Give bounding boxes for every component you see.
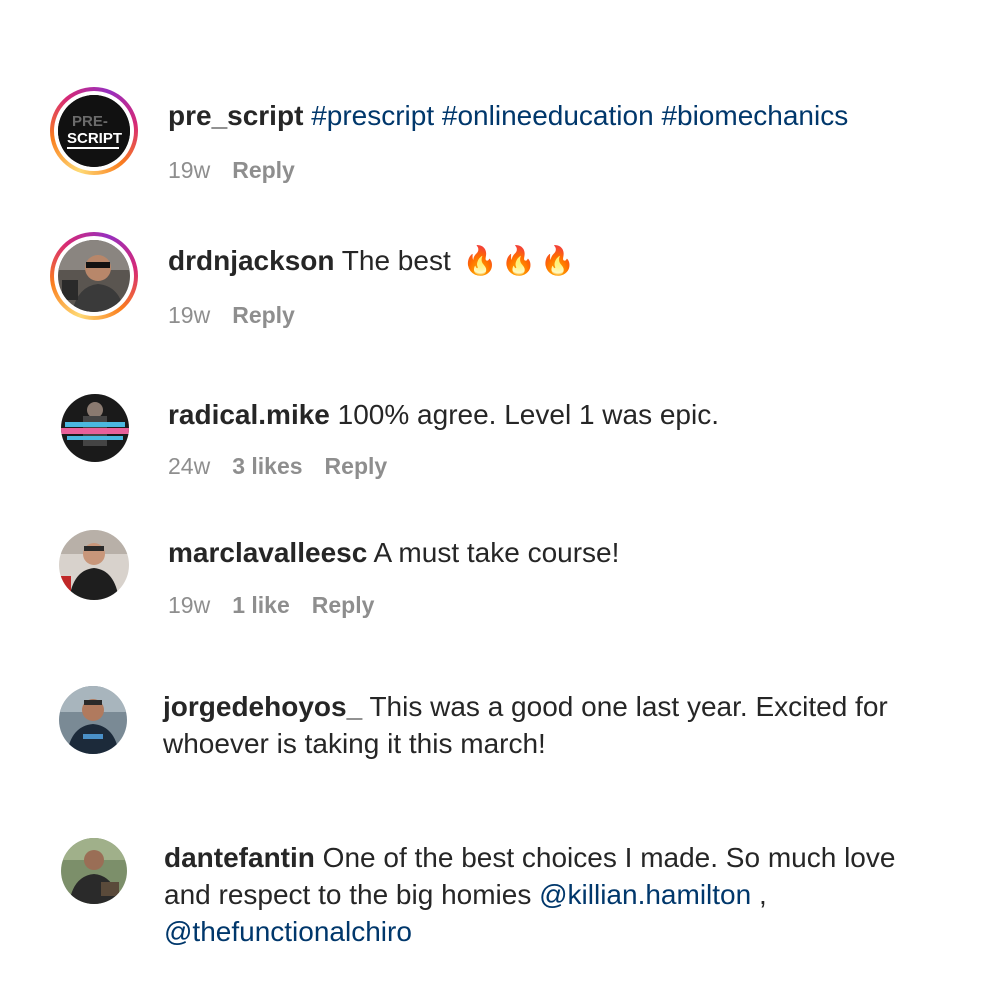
comment-body: and respect to the big homies [164,879,532,910]
avatar[interactable] [61,838,127,904]
comment-body: The best [341,245,451,276]
comment-meta: 24w 3 likes Reply [168,451,409,481]
reply-button[interactable]: Reply [232,157,295,183]
fire-emoji: 🔥 [540,245,576,276]
comment-body: One of the best choices I made. So much … [322,842,896,873]
fire-emoji: 🔥 [501,245,537,276]
comment-username[interactable]: pre_script [168,100,303,131]
comment-body: 100% agree. Level 1 was epic. [337,399,720,430]
comment-time[interactable]: 19w [168,157,210,183]
avatar[interactable] [59,530,129,600]
comment-username[interactable]: radical.mike [168,399,330,430]
avatar[interactable] [58,240,130,312]
comment-separator: , [758,879,767,910]
likes-count[interactable]: 3 likes [232,453,302,479]
mention-link[interactable]: @thefunctionalchiro [164,916,412,947]
user-photo-icon [59,686,127,754]
comment-text-continued: and respect to the big homies @killian.h… [164,876,767,913]
comment-username[interactable]: drdnjackson [168,245,334,276]
hashtag-link[interactable]: #prescript [311,100,434,131]
comment-username[interactable]: jorgedehoyos_ [163,691,362,722]
hashtag-link[interactable]: #biomechanics [661,100,848,131]
svg-text:PRE-: PRE- [72,113,108,130]
user-photo-icon [59,530,129,600]
comment-text-continued: whoever is taking it this march! [163,725,546,762]
comment-body: whoever is taking it this march! [163,728,546,759]
likes-count[interactable]: 1 like [232,592,290,618]
user-photo-icon [61,394,129,462]
comment-text: pre_script #prescript #onlineeducation #… [168,97,848,134]
prescript-logo-icon: PRE- SCRIPT [58,95,130,167]
fire-emoji: 🔥 [462,245,498,276]
comment-text: dantefantin One of the best choices I ma… [164,839,895,876]
comment-time[interactable]: 19w [168,592,210,618]
comment-meta: 19w 1 like Reply [168,590,396,620]
comment-time[interactable]: 24w [168,453,210,479]
user-photo-icon [58,240,130,312]
hashtag-link[interactable]: #onlineeducation [442,100,654,131]
comment-text: drdnjackson The best 🔥 🔥 🔥 [168,242,575,279]
comment-text: jorgedehoyos_ This was a good one last y… [163,688,888,725]
comment-username[interactable]: marclavalleesc [168,537,367,568]
comment-meta: 19w Reply [168,300,317,330]
comment-body: This was a good one last year. Excited f… [369,691,888,722]
avatar[interactable] [61,394,129,462]
comment-time[interactable]: 19w [168,302,210,328]
comment-text: marclavalleesc A must take course! [168,534,619,571]
comment-text: radical.mike 100% agree. Level 1 was epi… [168,396,719,433]
reply-button[interactable]: Reply [312,592,375,618]
user-photo-icon [61,838,127,904]
avatar[interactable] [59,686,127,754]
comment-username[interactable]: dantefantin [164,842,315,873]
reply-button[interactable]: Reply [325,453,388,479]
comment-body: A must take course! [373,537,620,568]
comment-meta: 19w Reply [168,155,317,185]
comment-text-continued: @thefunctionalchiro [164,913,412,950]
reply-button[interactable]: Reply [232,302,295,328]
avatar[interactable]: PRE- SCRIPT [58,95,130,167]
svg-text:SCRIPT: SCRIPT [67,130,122,147]
mention-link[interactable]: @killian.hamilton [539,879,751,910]
